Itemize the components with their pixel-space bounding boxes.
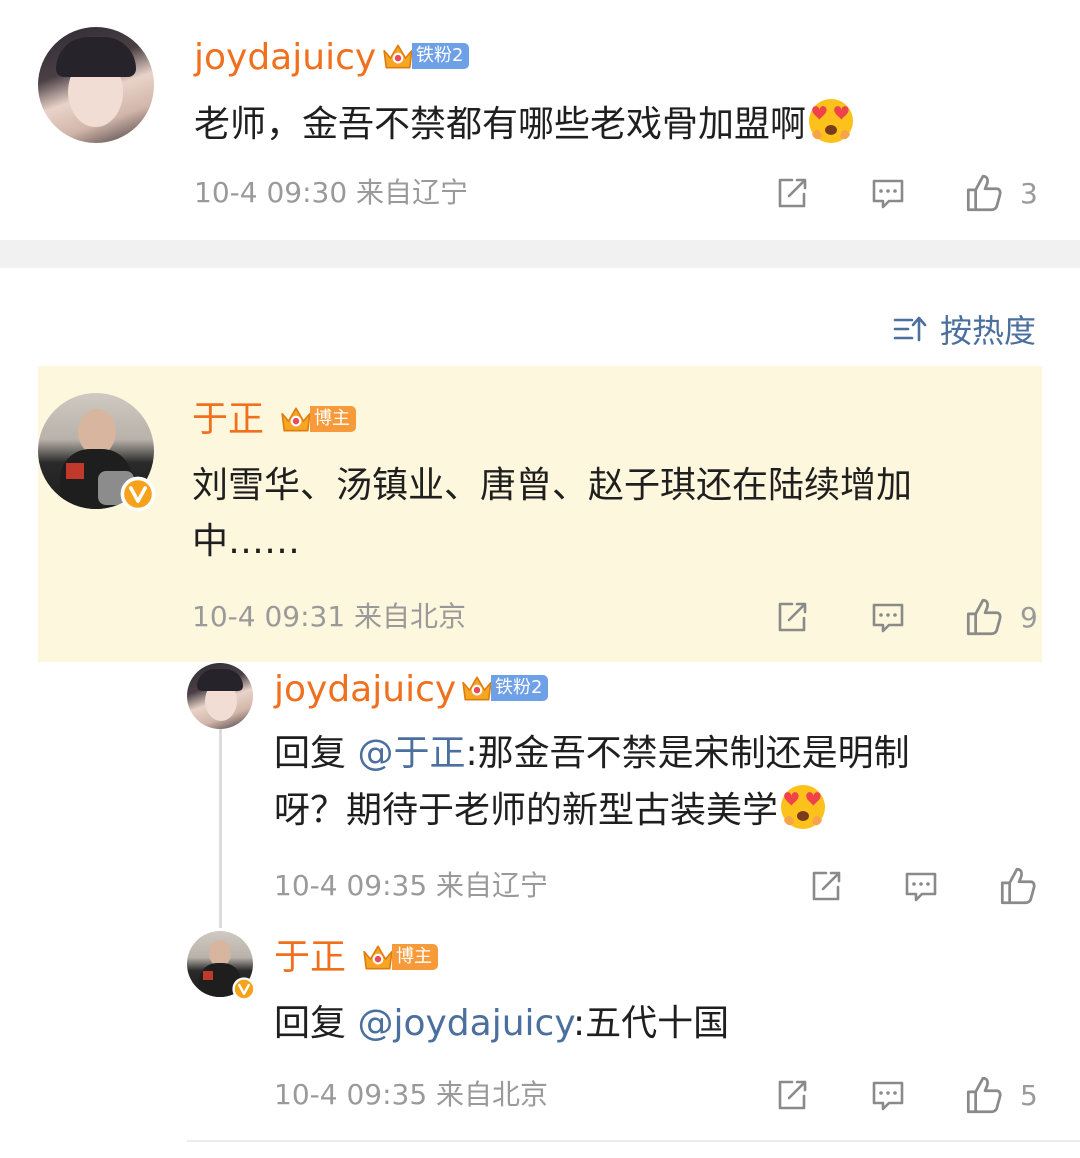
comment-text: 刘雪华、汤镇业、唐曾、赵子琪还在陆续增加 中……	[192, 465, 913, 562]
comment-icon[interactable]	[868, 174, 908, 214]
reply-text: 回复 @于正:那金吾不禁是宋制还是明制 呀？期待于老师的新型古装美学	[274, 733, 910, 831]
location: 来自北京	[354, 600, 467, 633]
like-icon[interactable]	[962, 172, 1004, 214]
host-badge[interactable]: 博主	[360, 942, 438, 972]
username[interactable]: 于正	[192, 400, 264, 440]
divider	[187, 1140, 1080, 1142]
verified-icon	[232, 977, 256, 1001]
comment-text: 老师，金吾不禁都有哪些老戏骨加盟啊	[194, 96, 856, 153]
reply-text: 回复 @joydajuicy:五代十国	[274, 1003, 730, 1044]
crown-icon	[281, 407, 311, 432]
comment-icon[interactable]	[901, 867, 941, 907]
crown-icon	[462, 676, 492, 701]
badge-label: 铁粉2	[491, 675, 549, 701]
comment-icon[interactable]	[868, 1076, 908, 1116]
timestamp: 10-4 09:35	[274, 1078, 428, 1111]
section-divider	[0, 240, 1080, 268]
location: 来自北京	[436, 1078, 549, 1111]
mention-link[interactable]: @于正	[357, 733, 465, 774]
share-icon[interactable]	[806, 867, 846, 907]
sort-icon	[893, 316, 927, 342]
heart-eyes-emoji	[809, 99, 854, 143]
avatar[interactable]	[187, 663, 253, 729]
sort-button[interactable]: 按热度	[892, 306, 1036, 352]
badge-label: 博主	[310, 406, 356, 432]
badge-label: 铁粉2	[412, 43, 470, 69]
timestamp: 10-4 09:35	[274, 869, 428, 902]
like-count: 3	[1020, 177, 1038, 210]
crown-icon	[363, 945, 393, 970]
avatar[interactable]	[38, 27, 154, 143]
like-icon[interactable]	[962, 1074, 1004, 1116]
location: 来自辽宁	[436, 869, 549, 902]
location: 来自辽宁	[356, 176, 469, 209]
like-icon[interactable]	[996, 865, 1038, 907]
comment-icon[interactable]	[868, 598, 908, 638]
share-icon[interactable]	[772, 1076, 812, 1116]
fan-badge[interactable]: 铁粉2	[380, 41, 470, 71]
reply-meta: 10-4 09:35 来自北京	[274, 1078, 548, 1112]
like-count: 9	[1020, 601, 1038, 634]
host-badge[interactable]: 博主	[278, 404, 356, 434]
share-icon[interactable]	[772, 174, 812, 214]
like-count: 5	[1020, 1079, 1038, 1112]
heart-eyes-emoji	[781, 785, 826, 829]
verified-icon	[120, 476, 156, 512]
username[interactable]: 于正	[274, 938, 346, 978]
like-icon[interactable]	[962, 596, 1004, 638]
crown-icon	[383, 44, 413, 69]
share-icon[interactable]	[772, 598, 812, 638]
sort-label: 按热度	[940, 312, 1037, 350]
username[interactable]: joydajuicy	[194, 38, 376, 78]
reply-meta: 10-4 09:35 来自辽宁	[274, 869, 548, 903]
comment-meta: 10-4 09:31 来自北京	[192, 600, 466, 634]
comment-meta: 10-4 09:30 来自辽宁	[194, 176, 468, 210]
username[interactable]: joydajuicy	[274, 670, 456, 710]
badge-label: 博主	[392, 944, 438, 970]
fan-badge[interactable]: 铁粉2	[459, 673, 549, 703]
thread-line	[219, 728, 222, 928]
timestamp: 10-4 09:30	[194, 176, 348, 209]
timestamp: 10-4 09:31	[192, 600, 346, 633]
mention-link[interactable]: @joydajuicy	[357, 1003, 573, 1044]
